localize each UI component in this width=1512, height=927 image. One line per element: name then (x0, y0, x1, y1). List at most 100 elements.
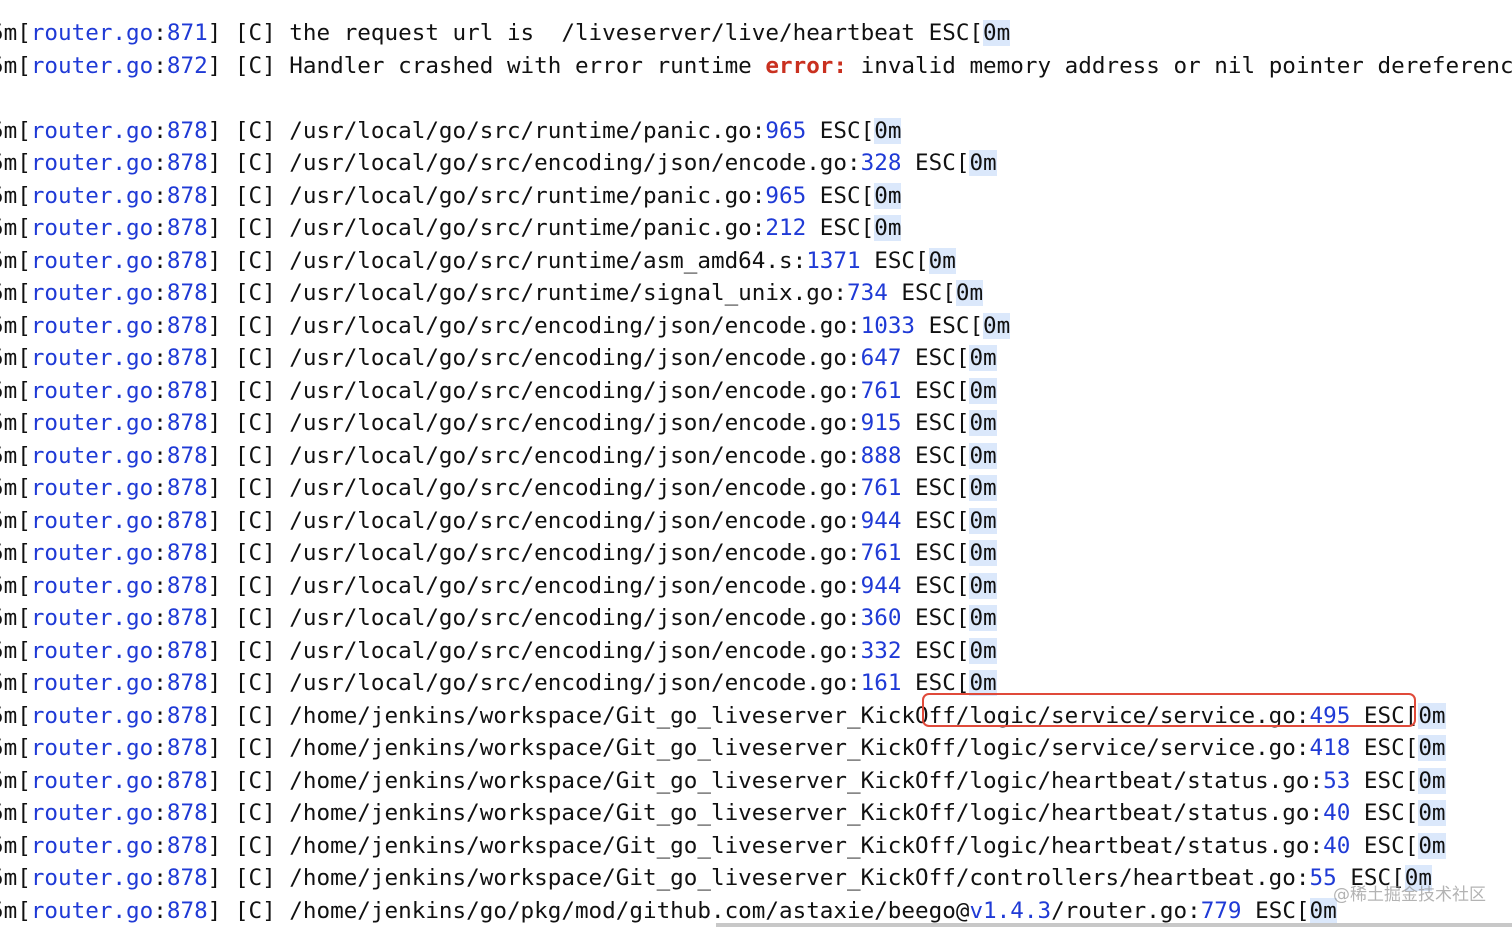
horizontal-scrollbar[interactable] (716, 923, 1512, 927)
log-line: 5m[router.go:878] [C] /usr/local/go/src/… (0, 180, 1512, 213)
escape-tail: 0m (983, 312, 1011, 339)
escape-code: ESC[ (806, 215, 875, 241)
source-line: 878 (166, 637, 208, 664)
log-line: 5m[router.go:878] [C] /usr/local/go/src/… (0, 635, 1512, 668)
source-line: 878 (166, 507, 208, 534)
stack-path: /home/jenkins/go/pkg/mod/github.com/asta… (289, 897, 970, 924)
stack-line-number: 734 (847, 280, 888, 306)
stack-line-number: 965 (765, 117, 807, 144)
source-line: 872 (166, 52, 208, 79)
stack-path: /usr/local/go/src/encoding/json/encode.g… (289, 475, 861, 501)
source-file: router.go (30, 507, 154, 534)
separator: : (153, 52, 167, 79)
log-level: ] [C] (207, 442, 290, 469)
separator: : (153, 767, 167, 794)
separator: : (153, 897, 167, 924)
stack-line-number: 761 (860, 475, 902, 501)
separator: : (153, 605, 167, 631)
separator: : (153, 345, 167, 371)
ansi-prefix: 5m[ (0, 150, 31, 176)
source-file: router.go (30, 605, 154, 631)
stack-path: /usr/local/go/src/encoding/json/encode.g… (289, 442, 861, 469)
stack-path: /usr/local/go/src/encoding/json/encode.g… (289, 540, 861, 566)
ansi-prefix: 5m[ (0, 182, 31, 209)
log-line: 5m[router.go:878] [C] /usr/local/go/src/… (0, 245, 1512, 278)
escape-tail: 0m (969, 345, 997, 371)
log-line: 5m[router.go:878] [C] /home/jenkins/work… (0, 830, 1512, 863)
source-line: 878 (166, 670, 208, 696)
stack-line-number: 1033 (860, 312, 916, 339)
log-level: ] [C] (207, 507, 290, 534)
stack-path: /usr/local/go/src/encoding/json/encode.g… (289, 572, 861, 599)
source-file: router.go (30, 767, 154, 794)
stack-path: /usr/local/go/src/encoding/json/encode.g… (289, 345, 861, 371)
stack-line-number: 647 (860, 345, 902, 371)
log-level: ] [C] (207, 182, 290, 209)
escape-code: ESC[ (901, 572, 970, 599)
source-line: 878 (166, 247, 208, 274)
ansi-prefix: 5m[ (0, 247, 31, 274)
stack-path: /usr/local/go/src/encoding/json/encode.g… (289, 507, 861, 534)
log-level: ] [C] (207, 670, 290, 696)
log-level: ] [C] (207, 767, 290, 794)
log-line: 5m[router.go:878] [C] /usr/local/go/src/… (0, 472, 1512, 505)
source-file: router.go (30, 377, 154, 404)
stack-line-number: 40 (1323, 800, 1351, 826)
escape-code: ESC[ (901, 637, 970, 664)
source-line: 878 (166, 800, 208, 826)
source-line: 878 (166, 897, 208, 924)
log-line: 5m[router.go:878] [C] /usr/local/go/src/… (0, 537, 1512, 570)
stack-path: /usr/local/go/src/encoding/json/encode.g… (289, 605, 861, 631)
stack-path: /usr/local/go/src/runtime/panic.go: (289, 215, 766, 241)
source-file: router.go (30, 540, 154, 566)
log-message: the request url is /liveserver/live/hear… (289, 20, 929, 46)
escape-tail: 0m (969, 605, 997, 631)
source-line: 878 (166, 865, 208, 891)
separator: : (153, 117, 167, 144)
ansi-prefix: 5m[ (0, 507, 31, 534)
stack-line-number: 761 (860, 377, 902, 404)
ansi-prefix: 5m[ (0, 540, 31, 566)
source-file: router.go (30, 897, 154, 924)
escape-tail: 0m (1418, 702, 1446, 729)
log-line: 5m[router.go:878] [C] /usr/local/go/src/… (0, 602, 1512, 635)
stack-line-number: 944 (860, 507, 902, 534)
stack-line-number: 360 (860, 605, 902, 631)
source-file: router.go (30, 702, 154, 729)
source-file: router.go (30, 345, 154, 371)
stack-path: /home/jenkins/workspace/Git_go_liveserve… (289, 767, 1324, 794)
stack-path: /router.go: (1051, 897, 1201, 924)
stack-path: /usr/local/go/src/runtime/panic.go: (289, 117, 766, 144)
separator: : (153, 475, 167, 501)
separator: : (153, 377, 167, 404)
separator: : (153, 832, 167, 859)
escape-code: ESC[ (928, 20, 984, 46)
watermark: @稀土掘金技术社区 (1333, 885, 1486, 905)
log-line: 5m[router.go:878] [C] /usr/local/go/src/… (0, 440, 1512, 473)
separator: : (153, 410, 167, 436)
ansi-prefix: 5m[ (0, 735, 31, 761)
stack-path: /usr/local/go/src/encoding/json/encode.g… (289, 377, 861, 404)
separator: : (153, 442, 167, 469)
separator: : (153, 150, 167, 176)
stack-path: /home/jenkins/workspace/Git_go_liveserve… (289, 800, 1324, 826)
log-line: 5m[router.go:878] [C] /usr/local/go/src/… (0, 375, 1512, 408)
escape-tail: 0m (955, 280, 984, 306)
stack-path: /usr/local/go/src/encoding/json/encode.g… (289, 150, 861, 176)
log-level: ] [C] (207, 475, 290, 501)
ansi-prefix: 5m[ (0, 702, 31, 729)
ansi-prefix: 5m[ (0, 605, 31, 631)
log-line: 5m[router.go:878] [C] /home/jenkins/work… (0, 862, 1512, 895)
separator: : (153, 280, 167, 306)
separator: : (153, 20, 167, 46)
stack-path: /usr/local/go/src/encoding/json/encode.g… (289, 410, 861, 436)
source-line: 878 (166, 572, 208, 599)
escape-code: ESC[ (901, 410, 970, 436)
ansi-prefix: 5m[ (0, 897, 31, 924)
stack-line-number: 40 (1323, 832, 1351, 859)
escape-code: ESC[ (1350, 767, 1419, 794)
source-file: router.go (30, 117, 154, 144)
source-line: 878 (166, 345, 208, 371)
log-line: 5m[router.go:878] [C] /usr/local/go/src/… (0, 310, 1512, 343)
escape-code: ESC[ (901, 377, 970, 404)
